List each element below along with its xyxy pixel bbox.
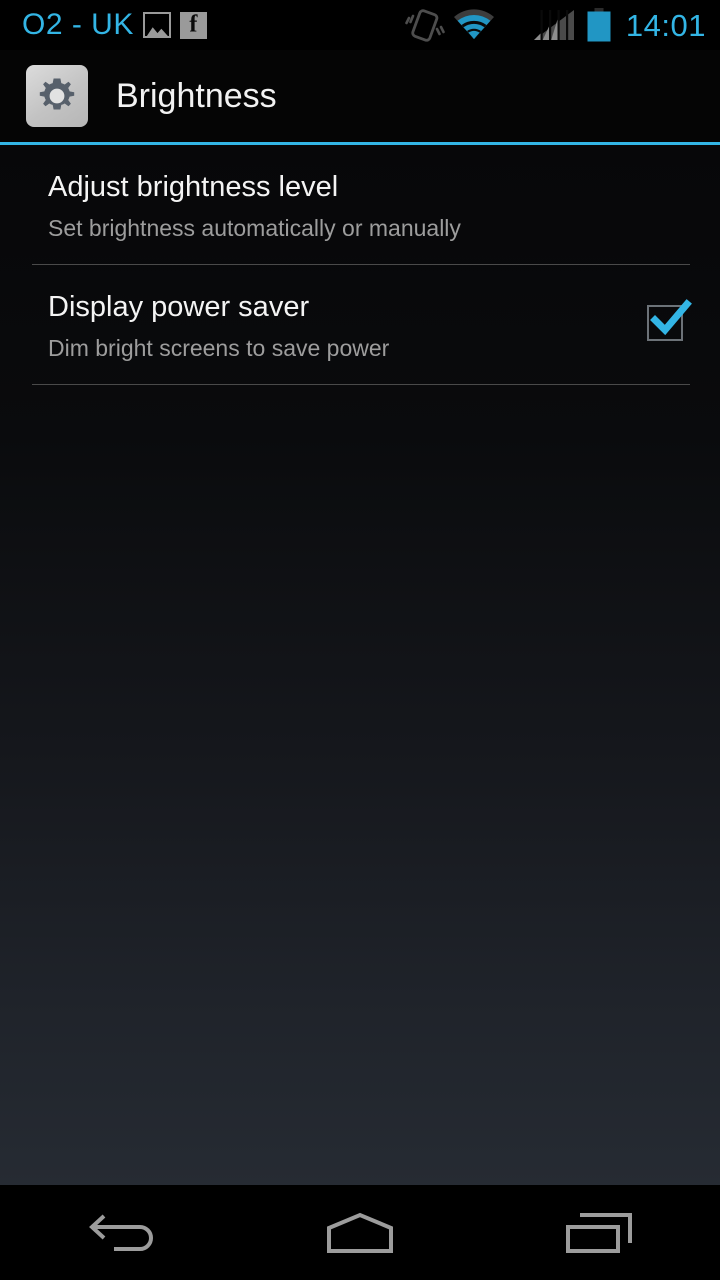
clock-label: 14:01 <box>625 7 706 43</box>
facebook-icon <box>179 11 207 39</box>
nav-home-button[interactable] <box>240 1185 480 1280</box>
pref-text: Adjust brightness level Set brightness a… <box>48 171 720 242</box>
navigation-bar <box>0 1185 720 1280</box>
wifi-icon <box>452 9 496 41</box>
nav-back-button[interactable] <box>0 1185 240 1280</box>
display-power-saver-checkbox[interactable] <box>647 298 692 341</box>
action-bar: Brightness <box>0 50 720 142</box>
nav-recents-button[interactable] <box>480 1185 720 1280</box>
home-icon <box>327 1212 393 1253</box>
settings-gear-icon[interactable] <box>26 65 88 127</box>
pref-summary: Set brightness automatically or manually <box>48 215 461 242</box>
signal-bars-icon <box>533 10 574 40</box>
battery-icon <box>586 8 612 42</box>
recent-apps-icon <box>566 1212 632 1253</box>
pref-display-power-saver[interactable]: Display power saver Dim bright screens t… <box>0 265 720 384</box>
checkmark-icon <box>650 298 692 335</box>
photo-icon <box>142 12 171 38</box>
pref-title: Display power saver <box>48 290 310 323</box>
phone-screen: O2 - UK f 14:01 Brightness Adjust bright… <box>0 0 720 1280</box>
status-bar: O2 - UK f 14:01 <box>0 0 720 50</box>
pref-adjust-brightness-level[interactable]: Adjust brightness level Set brightness a… <box>0 145 720 264</box>
widget-frame <box>610 291 720 341</box>
list-divider <box>32 383 690 385</box>
back-arrow-icon <box>89 1214 153 1251</box>
carrier-label: O2 - UK <box>22 8 134 41</box>
vibrate-icon <box>402 8 448 42</box>
status-bar-right: 14:01 <box>402 8 706 42</box>
page-title: Brightness <box>116 77 277 115</box>
pref-text: Display power saver Dim bright screens t… <box>48 291 610 362</box>
pref-summary: Dim bright screens to save power <box>48 335 390 362</box>
status-bar-left: O2 - UK <box>22 10 207 40</box>
preferences-list: Adjust brightness level Set brightness a… <box>0 145 720 1185</box>
pref-title: Adjust brightness level <box>48 171 339 203</box>
